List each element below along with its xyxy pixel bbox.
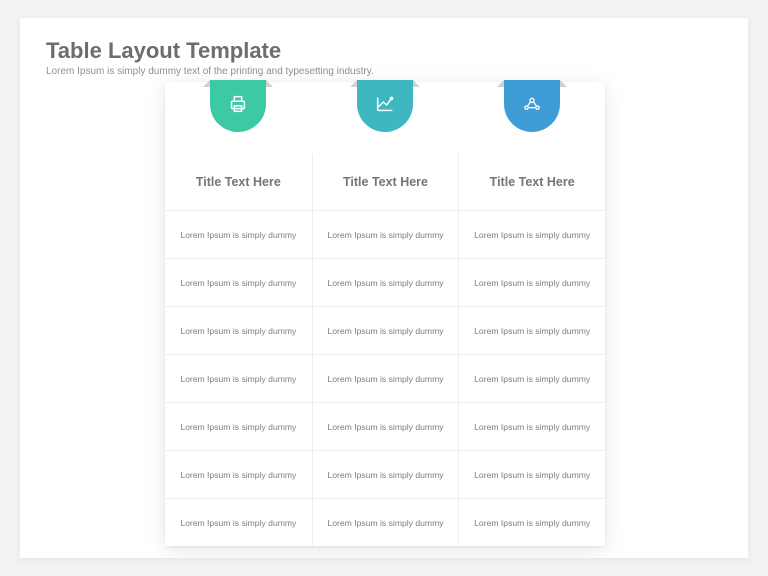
badge-holder: [458, 82, 605, 154]
column-2: Title Text Here Lorem Ipsum is simply du…: [312, 82, 459, 546]
table-cell: Lorem Ipsum is simply dummy: [458, 498, 605, 546]
column-badge: [504, 80, 560, 140]
column-3: Title Text Here Lorem Ipsum is simply du…: [458, 82, 605, 546]
columns: Title Text Here Lorem Ipsum is simply du…: [165, 82, 605, 546]
badge-holder: [165, 82, 312, 154]
table-cell: Lorem Ipsum is simply dummy: [458, 258, 605, 306]
table-cell: Lorem Ipsum is simply dummy: [312, 450, 459, 498]
table-cell: Lorem Ipsum is simply dummy: [312, 258, 459, 306]
table-cell: Lorem Ipsum is simply dummy: [165, 210, 312, 258]
slide: Table Layout Template Lorem Ipsum is sim…: [20, 18, 748, 558]
table-cell: Lorem Ipsum is simply dummy: [165, 450, 312, 498]
table-cell: Lorem Ipsum is simply dummy: [312, 402, 459, 450]
table-cell: Lorem Ipsum is simply dummy: [458, 450, 605, 498]
badge-fold: [413, 80, 420, 87]
badge-holder: [312, 82, 459, 154]
column-title: Title Text Here: [312, 154, 459, 210]
page-title: Table Layout Template: [46, 38, 281, 64]
table-cell: Lorem Ipsum is simply dummy: [312, 354, 459, 402]
table-cell: Lorem Ipsum is simply dummy: [165, 498, 312, 546]
badge-body: [357, 80, 413, 132]
column-title: Title Text Here: [458, 154, 605, 210]
table-cell: Lorem Ipsum is simply dummy: [458, 210, 605, 258]
badge-body: [210, 80, 266, 132]
table-cell: Lorem Ipsum is simply dummy: [312, 306, 459, 354]
table-cell: Lorem Ipsum is simply dummy: [458, 354, 605, 402]
table-cell: Lorem Ipsum is simply dummy: [165, 258, 312, 306]
table-cell: Lorem Ipsum is simply dummy: [312, 210, 459, 258]
badge-fold: [203, 80, 210, 87]
table-cell: Lorem Ipsum is simply dummy: [165, 306, 312, 354]
badge-body: [504, 80, 560, 132]
badge-fold: [350, 80, 357, 87]
printer-icon: [227, 93, 249, 120]
table-cell: Lorem Ipsum is simply dummy: [165, 354, 312, 402]
column-1: Title Text Here Lorem Ipsum is simply du…: [165, 82, 312, 546]
table-cell: Lorem Ipsum is simply dummy: [458, 306, 605, 354]
table-cell: Lorem Ipsum is simply dummy: [458, 402, 605, 450]
network-icon: [521, 93, 543, 120]
column-badge: [357, 80, 413, 140]
comparison-table: Title Text Here Lorem Ipsum is simply du…: [165, 82, 605, 546]
badge-fold: [266, 80, 273, 87]
chart-icon: [374, 93, 396, 120]
column-badge: [210, 80, 266, 140]
column-title: Title Text Here: [165, 154, 312, 210]
table-cell: Lorem Ipsum is simply dummy: [165, 402, 312, 450]
table-cell: Lorem Ipsum is simply dummy: [312, 498, 459, 546]
badge-fold: [560, 80, 567, 87]
badge-fold: [497, 80, 504, 87]
page-subtitle: Lorem Ipsum is simply dummy text of the …: [46, 66, 374, 77]
